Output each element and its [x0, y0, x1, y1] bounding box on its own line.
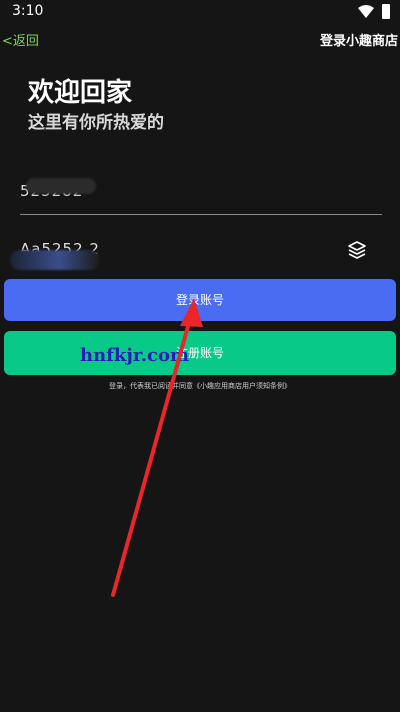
- login-button-label: 登录账号: [175, 293, 224, 307]
- register-button[interactable]: 注册账号: [4, 331, 396, 375]
- nav-bar: <返回 登录小趣商店: [0, 28, 400, 50]
- back-button[interactable]: <返回: [2, 30, 39, 49]
- battery-icon: [382, 4, 390, 19]
- agreement-text[interactable]: 登录，代表我已阅读并同意《小趣应用商店用户须知条例》: [0, 381, 400, 391]
- welcome-subtitle: 这里有你所热爱的: [28, 113, 164, 133]
- redaction-blur: [10, 250, 100, 270]
- redaction-blur: [26, 178, 96, 194]
- password-input[interactable]: Aa5252 2: [10, 236, 382, 272]
- register-button-label: 注册账号: [175, 346, 224, 360]
- login-button[interactable]: 登录账号: [4, 279, 396, 321]
- status-time: 3:10: [12, 3, 44, 19]
- page-title: 登录小趣商店: [319, 34, 398, 49]
- layers-icon[interactable]: [347, 240, 367, 260]
- welcome-title: 欢迎回家: [28, 78, 133, 108]
- watermark: hnfkjr.com: [80, 345, 190, 366]
- account-input[interactable]: 525282: [20, 176, 382, 215]
- status-bar: 3:10: [0, 0, 400, 24]
- wifi-icon: [358, 5, 374, 18]
